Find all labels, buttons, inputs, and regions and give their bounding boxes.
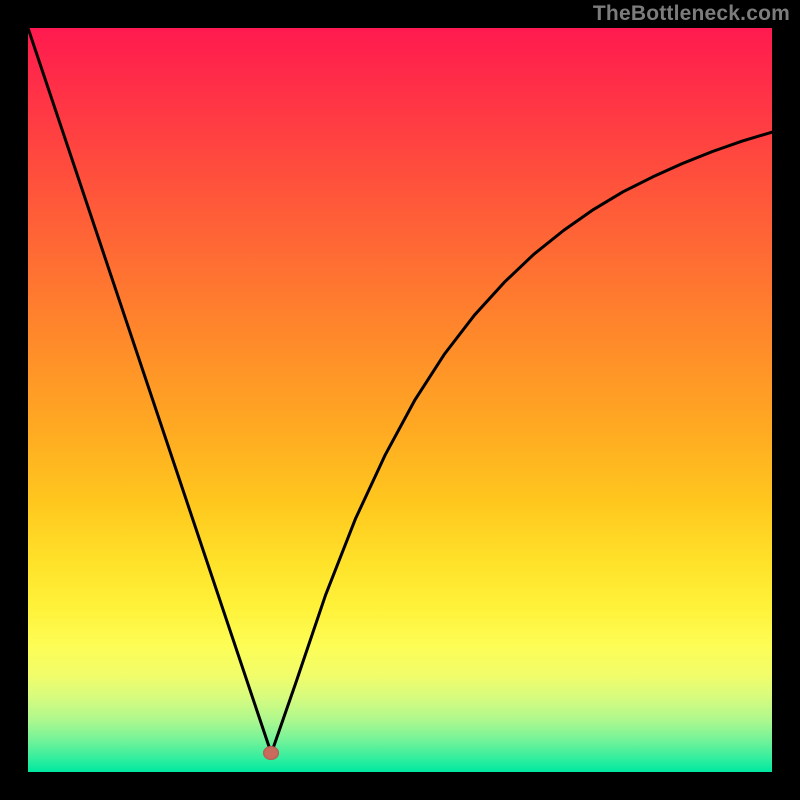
watermark-text: TheBottleneck.com xyxy=(593,2,790,26)
minimum-marker xyxy=(263,746,279,760)
chart-frame: TheBottleneck.com xyxy=(0,0,800,800)
plot-area xyxy=(28,28,772,772)
bottleneck-curve xyxy=(28,28,772,772)
